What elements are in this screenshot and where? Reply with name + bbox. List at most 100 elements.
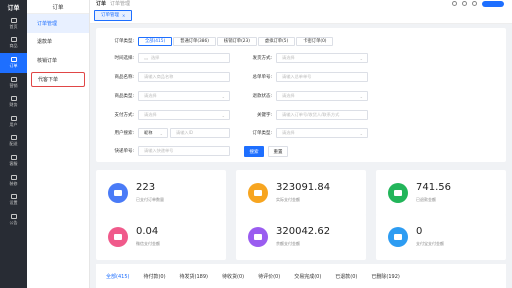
status-verify-button[interactable]: 核销订单(23) [216,36,257,46]
tab-status-0[interactable]: 全部(415) [106,273,129,280]
search-button[interactable]: 搜索 [244,146,264,157]
stat-card: 741.56 已退款金额 [376,170,506,216]
finance-icon [10,96,17,102]
ship-select[interactable]: 请选择 ⌄ [276,53,368,63]
submenu-item-verify-orders[interactable]: 核销订单 [27,51,89,70]
product-type-select[interactable]: 请选择 ⌄ [138,91,230,101]
time-picker[interactable]: ▭ 选择 [138,53,230,63]
delivery-icon [10,135,17,141]
order-type2-label: 订单类型: [252,131,272,136]
sidebar-item-3[interactable]: 营销 [0,73,27,93]
tags-bar: 订单管理 × [90,7,512,24]
product-type-placeholder: 请选择 [144,93,157,98]
status-card-button[interactable]: 卡密订单(0) [296,36,334,46]
sidebar-item-7[interactable]: 客服 [0,151,27,171]
pay-label: 支付方式: [114,113,134,118]
stat-value: 0 [416,226,423,237]
refresh-icon[interactable] [452,1,457,6]
refund-status-label: 退款状态: [252,94,272,99]
keyword-input[interactable]: 请输入订单号/收货人/联系方式 [276,110,368,120]
stat-glyph [254,190,262,196]
stat-value: 741.56 [416,182,451,193]
stat-label: 余额支付金额 [276,241,300,246]
order-count-icon [108,183,128,203]
chevron-down-icon: ⌄ [221,113,225,118]
sidebar-item-9[interactable]: 设置 [0,190,27,210]
stat-glyph [114,190,122,196]
tab-status-4[interactable]: 待评价(0) [258,273,280,280]
home-icon [10,17,17,23]
user-search-type-select[interactable]: 昵称 ⌄ [138,128,168,138]
stat-value: 0.04 [136,226,159,237]
sidebar-item-label: 订单 [9,62,18,68]
sidebar-item-label: 营销 [9,82,18,88]
status-normal-button[interactable]: 普通订单(386) [173,36,216,46]
sidebar-item-label: 首页 [9,23,18,29]
fullscreen-icon[interactable] [462,1,467,6]
tab-status-1[interactable]: 待付款(0) [143,273,165,280]
stat-glyph [254,234,262,240]
status-all-button[interactable]: 全部(415) [138,36,173,46]
ship-label: 发货方式: [252,56,272,61]
order-no-input[interactable]: 请输入总单单号 [276,72,368,82]
avatar[interactable] [482,0,504,7]
express-label: 快递单号: [114,149,134,154]
submenu-item-refund[interactable]: 退款单 [27,33,89,52]
keyword-label: 关键字: [256,113,272,118]
marketing-icon [10,76,17,82]
order-type-label: 订单类型: [114,39,134,44]
tab-order-manage[interactable]: 订单管理 × [94,9,133,21]
tab-status-3[interactable]: 待收货(0) [222,273,244,280]
notification-icon[interactable] [472,1,477,6]
filter-panel: 订单类型: 全部(415) 普通订单(386) 核销订单(23) 虚拟订单(5)… [96,28,506,162]
chevron-down-icon: ⌄ [359,131,363,136]
notice-icon [10,213,17,219]
status-virtual-button[interactable]: 虚拟订单(5) [257,36,296,46]
breadcrumb-root[interactable]: 订单 [96,0,106,7]
tab-status-7[interactable]: 已删除(192) [371,273,399,280]
stat-card: 323091.84 实际支付金额 [236,170,366,216]
stat-card: 223 已支付订单数量 [96,170,226,216]
pay-select[interactable]: 请选择 ⌄ [138,110,230,120]
refund-status-select[interactable]: 请选择 ⌄ [276,91,368,101]
order-type2-placeholder: 请选择 [282,130,295,135]
wallet-icon [248,183,268,203]
user-search-type-value: 昵称 [144,130,153,135]
product-input[interactable]: 请输入商品名称 [138,72,230,82]
sidebar-item-label: 公告 [9,219,18,225]
sidebar-item-0[interactable]: 首页 [0,14,27,34]
submenu-item-order-manage[interactable]: 订单管理 [27,14,89,33]
settings-icon [10,194,17,200]
reset-button[interactable]: 重置 [268,146,288,157]
sidebar-item-8[interactable]: 装修 [0,171,27,191]
sidebar-item-label: 配送 [9,141,18,147]
breadcrumb-current: 订单管理 [110,1,131,7]
sidebar-item-5[interactable]: 用户 [0,112,27,132]
sidebar-item-2[interactable]: 订单 [0,53,27,73]
main-sidebar: 订单 首页 商品 订单 营销 财务 用户 配送 客服 装修 设置 公告 [0,0,27,288]
refund-status-placeholder: 请选择 [282,93,295,98]
sidebar-item-label: 商品 [9,43,18,49]
sidebar-item-6[interactable]: 配送 [0,132,27,152]
order-type2-select[interactable]: 请选择 ⌄ [276,128,368,138]
wechat-pay-icon [108,227,128,247]
sidebar-item-label: 用户 [9,121,18,127]
stat-label: 已支付订单数量 [136,197,164,202]
sidebar-item-10[interactable]: 公告 [0,210,27,230]
time-placeholder: 选择 [150,55,160,60]
close-icon[interactable]: × [122,13,125,18]
tab-status-5[interactable]: 交易完成(0) [294,273,321,280]
goods-icon [10,37,17,43]
user-search-label: 用户搜索: [114,131,134,136]
sidebar-item-4[interactable]: 财务 [0,92,27,112]
logo: 订单 [7,4,20,12]
sidebar-item-1[interactable]: 商品 [0,34,27,54]
submenu-item-proxy-order[interactable]: 代客下单 [31,71,85,87]
submenu-title: 订单 [27,0,89,14]
stat-glyph [394,190,402,196]
tab-status-6[interactable]: 已退款(0) [335,273,357,280]
user-search-input[interactable]: 请输入ID [170,128,230,138]
express-input[interactable]: 请输入快递单号 [138,146,230,156]
stat-card: 320042.62 余额支付金额 [236,214,366,260]
tab-status-2[interactable]: 待发货(189) [180,273,208,280]
